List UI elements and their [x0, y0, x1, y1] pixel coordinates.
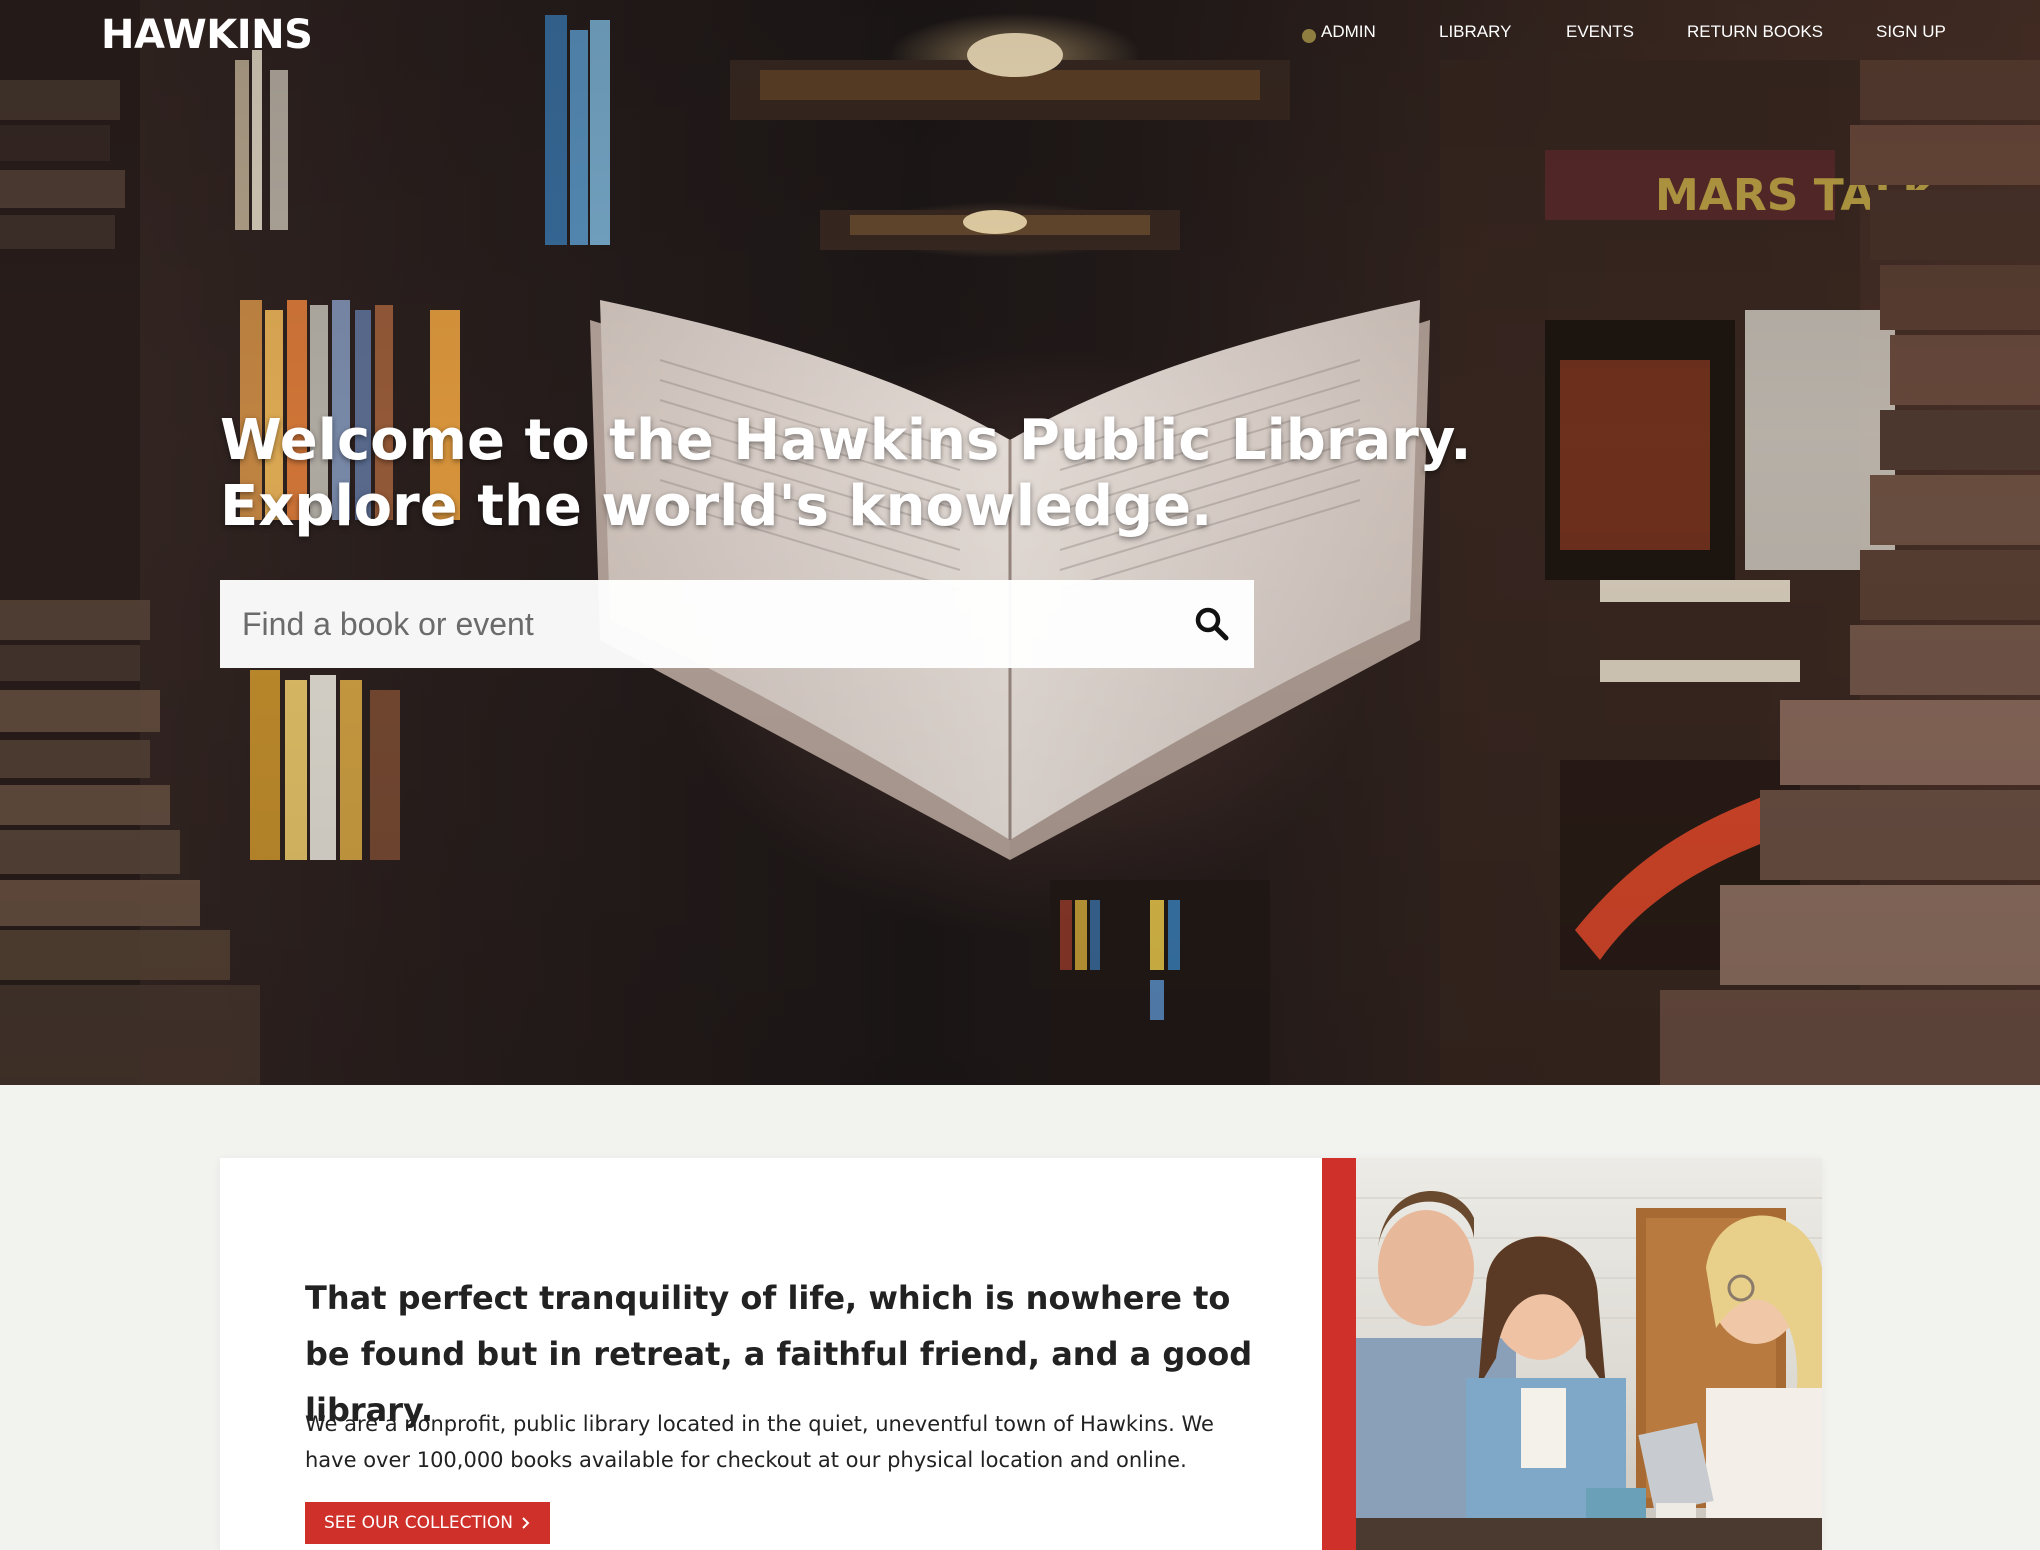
hero-title: Welcome to the Hawkins Public Library. E…: [220, 408, 1472, 539]
search-button[interactable]: [1184, 596, 1240, 652]
nav-item-admin[interactable]: ADMIN: [1321, 22, 1376, 42]
hero-section: MARS TALK: [0, 0, 2040, 1085]
people-photo: [1356, 1158, 1822, 1550]
nav-item-events[interactable]: EVENTS: [1566, 22, 1634, 42]
friends-reading-image: [1356, 1190, 1822, 1550]
search-bar: [220, 580, 1254, 668]
nav-item-sign-up[interactable]: SIGN UP: [1876, 22, 1946, 42]
nav-item-library[interactable]: LIBRARY: [1439, 22, 1511, 42]
library-description: We are a nonprofit, public library locat…: [305, 1412, 1214, 1472]
nav-item-return-books[interactable]: RETURN BOOKS: [1687, 22, 1823, 42]
see-collection-button[interactable]: SEE OUR COLLECTION: [305, 1502, 550, 1544]
site-logo[interactable]: HAWKINS: [101, 12, 313, 58]
search-icon: [1195, 607, 1229, 641]
about-card: That perfect tranquility of life, which …: [220, 1158, 1822, 1550]
top-navigation: HAWKINS ADMIN LIBRARY EVENTS RETURN BOOK…: [0, 0, 2040, 70]
hero-overlay: [0, 0, 2040, 1085]
search-input[interactable]: [242, 580, 1142, 668]
chevron-right-icon: [522, 1517, 530, 1529]
see-collection-label: SEE OUR COLLECTION: [323, 1513, 514, 1533]
accent-bar: [1322, 1158, 1356, 1550]
status-dot-icon: [1302, 29, 1316, 43]
